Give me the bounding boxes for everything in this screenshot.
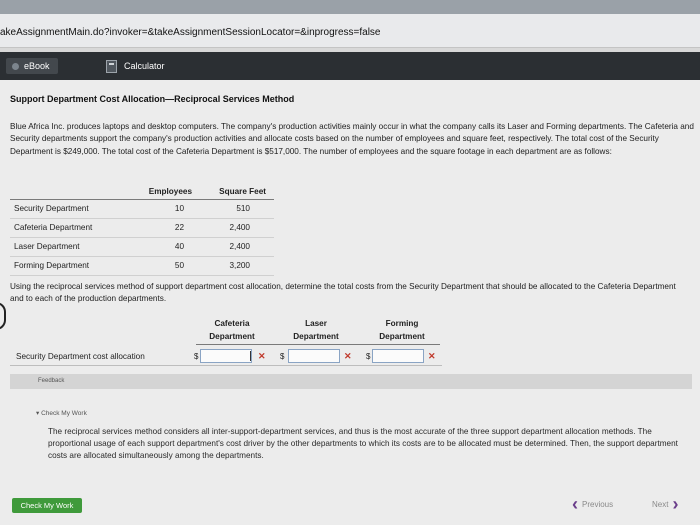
browser-top-strip: [0, 0, 700, 14]
laser-allocation-input[interactable]: [288, 349, 340, 363]
row-employees: 40: [174, 242, 184, 251]
text-cursor: [250, 351, 251, 361]
header-square-feet: Square Feet: [219, 187, 266, 196]
row-employees: 50: [174, 261, 184, 270]
table-row: Security Department 10 510: [10, 200, 274, 219]
table-row: Laser Department 40 2,400: [10, 238, 274, 257]
row-sqft: 2,400: [229, 242, 251, 251]
feedback-bar[interactable]: Feedback: [10, 374, 692, 389]
chevron-right-icon: ›: [672, 494, 679, 514]
check-my-work-button[interactable]: Check My Work: [12, 498, 82, 513]
department-data-table: Employees Square Feet Security Departmen…: [10, 184, 274, 276]
address-bar[interactable]: akeAssignmentMain.do?invoker=&takeAssign…: [0, 14, 700, 48]
table-row: Forming Department 50 3,200: [10, 257, 274, 276]
header-laser: Laser Department: [282, 317, 350, 343]
header-employees: Employees: [148, 187, 192, 196]
incorrect-x-icon: ✕: [258, 351, 266, 361]
incorrect-x-icon: ✕: [344, 351, 352, 361]
header-forming-line1: Forming: [385, 319, 419, 328]
question-bracket-mark: [0, 302, 6, 330]
chevron-left-icon: ‹: [572, 494, 578, 514]
row-dept: Cafeteria Department: [14, 223, 93, 232]
header-laser-line1: Laser: [305, 319, 327, 328]
cafeteria-allocation-input[interactable]: [200, 349, 252, 363]
header-laser-line2: Department: [293, 332, 339, 341]
assignment-toolbar: eBook Calculator: [0, 52, 700, 80]
problem-title: Support Department Cost Allocation—Recip…: [10, 94, 295, 104]
row-employees: 10: [174, 204, 184, 213]
problem-content: Support Department Cost Allocation—Recip…: [0, 80, 700, 525]
ebook-button[interactable]: eBook: [6, 58, 58, 74]
header-cafeteria-line2: Department: [209, 332, 255, 341]
previous-button[interactable]: ‹ Previous: [572, 494, 613, 514]
feedback-label: Feedback: [38, 378, 65, 384]
header-forming-line2: Department: [379, 332, 425, 341]
row-dept: Security Department: [14, 204, 89, 213]
previous-label: Previous: [582, 499, 614, 509]
ebook-icon: [12, 62, 19, 70]
table-row: Cafeteria Department 22 2,400: [10, 219, 274, 238]
header-cafeteria-line1: Cafeteria: [214, 319, 250, 328]
address-url[interactable]: akeAssignmentMain.do?invoker=&takeAssign…: [0, 27, 381, 38]
problem-intro: Blue Africa Inc. produces laptops and de…: [10, 122, 694, 156]
calculator-label: Calculator: [124, 61, 165, 71]
check-my-work-label: Check My Work: [41, 410, 87, 417]
row-dept: Forming Department: [14, 261, 90, 270]
calculator-button[interactable]: Calculator: [106, 58, 165, 74]
row-sqft: 2,400: [229, 223, 251, 232]
triangle-down-icon: ▾: [36, 410, 40, 417]
feedback-explanation: The reciprocal services method considers…: [48, 427, 678, 461]
row-sqft: 510: [236, 204, 250, 213]
currency-sign: $: [366, 352, 371, 361]
next-label: Next: [652, 499, 669, 509]
row-dept: Laser Department: [14, 242, 80, 251]
row-sqft: 3,200: [229, 261, 251, 270]
next-button[interactable]: Next ›: [652, 494, 678, 514]
ebook-label: eBook: [24, 61, 50, 71]
problem-question: Using the reciprocal services method of …: [10, 282, 676, 303]
incorrect-x-icon: ✕: [428, 351, 436, 361]
table-header: Employees Square Feet: [10, 184, 274, 200]
row-employees: 22: [174, 223, 184, 232]
header-cafeteria: Cafeteria Department: [196, 317, 268, 343]
calculator-icon: [106, 59, 117, 73]
currency-sign: $: [280, 352, 285, 361]
check-my-work-toggle[interactable]: ▾ Check My Work: [36, 409, 87, 417]
allocation-header-divider: [196, 344, 440, 345]
currency-sign: $: [194, 352, 199, 361]
header-forming: Forming Department: [366, 317, 438, 343]
forming-allocation-input[interactable]: [372, 349, 424, 363]
allocation-row: Security Department cost allocation $ ✕ …: [10, 346, 442, 366]
allocation-row-label: Security Department cost allocation: [16, 352, 145, 361]
